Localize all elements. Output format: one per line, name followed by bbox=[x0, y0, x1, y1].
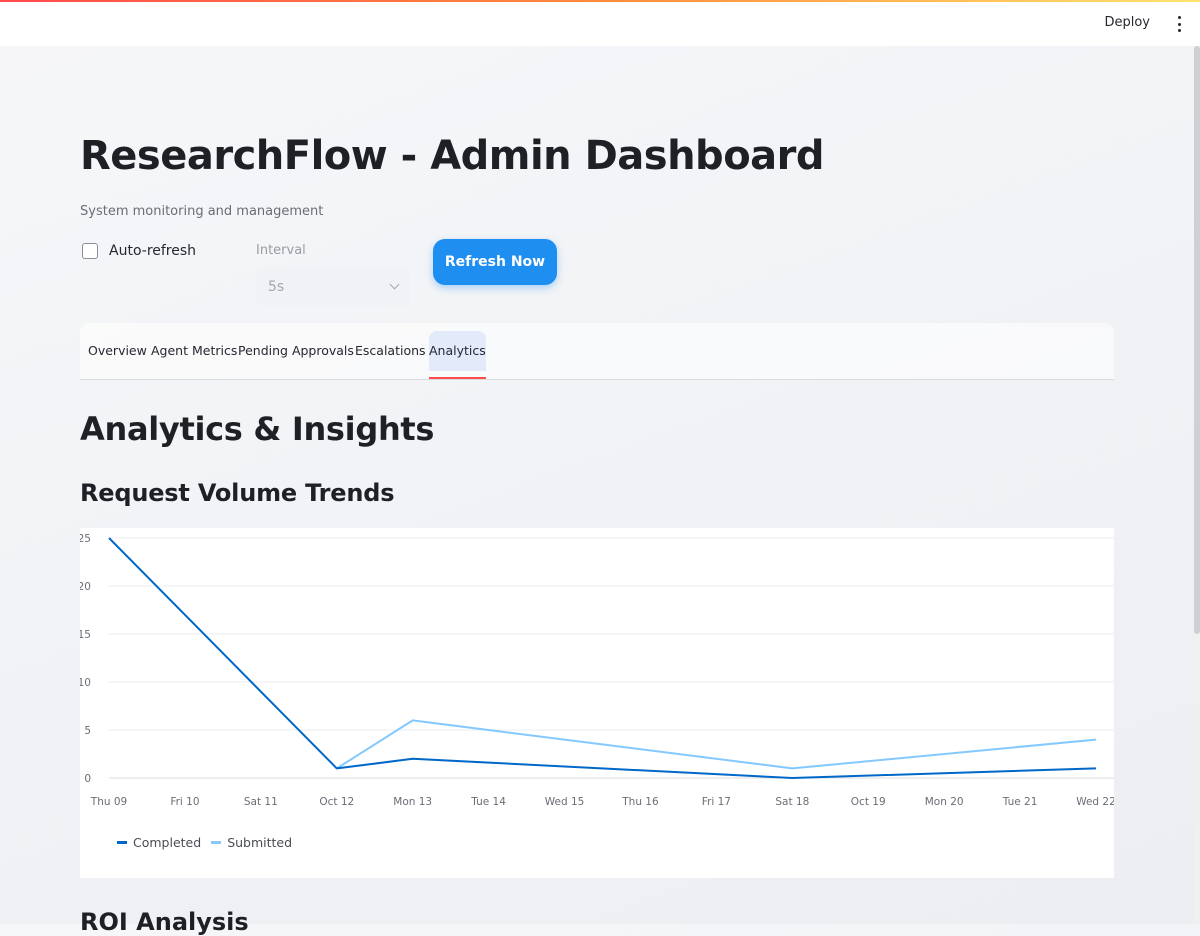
y-tick-label: 0 bbox=[84, 773, 91, 785]
x-tick-label: Wed 15 bbox=[545, 796, 585, 808]
x-tick-label: Tue 21 bbox=[1002, 796, 1038, 808]
x-tick-label: Thu 16 bbox=[621, 796, 659, 808]
tab-bar: Overview Agent Metrics Pending Approvals… bbox=[80, 323, 1114, 380]
auto-refresh-checkbox[interactable] bbox=[82, 243, 98, 259]
x-tick-label: Sat 18 bbox=[775, 796, 809, 808]
app-header: Deploy bbox=[0, 2, 1200, 46]
interval-value: 5s bbox=[268, 279, 285, 295]
interval-label: Interval bbox=[256, 243, 306, 258]
legend-label-submitted: Submitted bbox=[227, 835, 293, 850]
x-tick-label: Tue 14 bbox=[470, 796, 506, 808]
tab-escalations[interactable]: Escalations bbox=[355, 331, 426, 371]
legend-swatch-submitted bbox=[211, 841, 222, 844]
interval-select[interactable]: 5s bbox=[256, 268, 410, 306]
legend-swatch-completed bbox=[117, 841, 127, 844]
tab-label: Escalations bbox=[355, 343, 426, 358]
y-tick-label: 25 bbox=[80, 533, 91, 545]
tab-label: Analytics bbox=[429, 343, 486, 358]
legend-label-completed: Completed bbox=[133, 835, 202, 850]
chart-title: Request Volume Trends bbox=[80, 479, 395, 507]
tab-analytics[interactable]: Analytics bbox=[429, 331, 486, 379]
tab-label: Pending Approvals bbox=[238, 343, 354, 358]
tab-label: Agent Metrics bbox=[151, 343, 238, 358]
tab-label: Overview bbox=[88, 343, 147, 358]
scrollbar-thumb[interactable] bbox=[1194, 46, 1200, 634]
refresh-now-button[interactable]: Refresh Now bbox=[433, 239, 557, 285]
legend-item-completed[interactable]: Completed bbox=[117, 835, 201, 850]
tab-overview[interactable]: Overview bbox=[88, 331, 147, 371]
tab-pending-approvals[interactable]: Pending Approvals bbox=[238, 331, 354, 371]
x-tick-label: Oct 19 bbox=[851, 796, 886, 808]
more-vert-icon[interactable] bbox=[1174, 16, 1184, 32]
legend-item-submitted[interactable]: Submitted bbox=[211, 835, 292, 850]
auto-refresh-toggle[interactable]: Auto-refresh bbox=[82, 243, 196, 259]
active-tab-indicator bbox=[429, 377, 486, 379]
chevron-down-icon bbox=[389, 279, 400, 290]
deploy-button[interactable]: Deploy bbox=[1104, 15, 1150, 30]
x-tick-label: Fri 10 bbox=[170, 796, 199, 808]
page-title: ResearchFlow - Admin Dashboard bbox=[80, 133, 825, 179]
y-tick-label: 20 bbox=[80, 581, 91, 593]
tab-agent-metrics[interactable]: Agent Metrics bbox=[151, 331, 237, 371]
x-tick-label: Fri 17 bbox=[702, 796, 731, 808]
chart-legend: Completed Submitted bbox=[117, 835, 302, 850]
section-title: Analytics & Insights bbox=[80, 410, 435, 448]
roi-section-title: ROI Analysis bbox=[80, 908, 249, 936]
x-tick-label: Thu 09 bbox=[90, 796, 127, 808]
y-tick-label: 10 bbox=[80, 677, 91, 689]
x-tick-label: Wed 22 bbox=[1076, 796, 1114, 808]
auto-refresh-label: Auto-refresh bbox=[109, 243, 197, 259]
x-tick-label: Oct 12 bbox=[319, 796, 354, 808]
y-tick-label: 5 bbox=[84, 725, 91, 737]
chart-canvas: 0 5 10 15 20 25 Thu 09 Fri 10 Sat 11 Oct 12 Mon 13… bbox=[80, 533, 1114, 808]
x-tick-label: Mon 20 bbox=[925, 796, 964, 808]
x-tick-label: Mon 13 bbox=[393, 796, 432, 808]
page-subtitle: System monitoring and management bbox=[80, 204, 324, 219]
series-line-completed bbox=[108, 537, 1097, 779]
x-tick-label: Sat 11 bbox=[244, 796, 278, 808]
line-chart[interactable]: 0 5 10 15 20 25 Thu 09 Fri 10 Sat 11 Oct 12 Mon 13… bbox=[80, 528, 1114, 878]
y-tick-label: 15 bbox=[80, 629, 91, 641]
